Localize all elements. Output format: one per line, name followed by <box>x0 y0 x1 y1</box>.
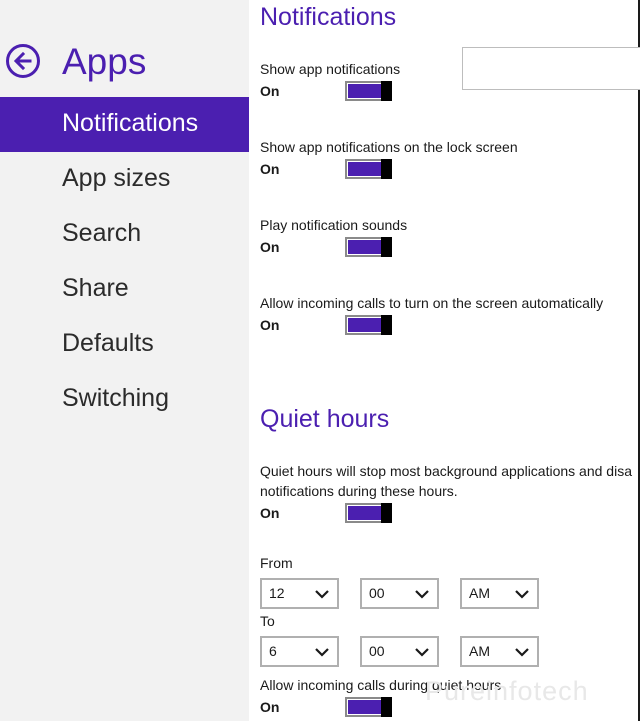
search-input[interactable] <box>462 47 640 90</box>
setting-label-show-notifications: Show app notifications <box>260 61 401 77</box>
toggle-state-text: On <box>260 83 280 99</box>
setting-label-sounds: Play notification sounds <box>260 217 408 233</box>
toggle-state-text: On <box>260 161 280 177</box>
to-hour-select[interactable]: 6 <box>260 636 339 667</box>
toggle-thumb <box>381 503 392 523</box>
toggle-state-text: On <box>260 239 280 255</box>
toggle-quiet-hours[interactable] <box>345 503 395 523</box>
from-period-select[interactable]: AM <box>460 578 539 609</box>
toggle-calls-quiet-hours[interactable] <box>345 697 395 717</box>
quiet-hours-heading: Quiet hours <box>260 405 390 433</box>
toggle-notification-sounds[interactable] <box>345 237 395 257</box>
nav-item-notifications[interactable]: Notifications <box>0 97 249 152</box>
from-hour-select[interactable]: 12 <box>260 578 339 609</box>
back-button[interactable] <box>6 44 40 78</box>
settings-content-pane: Notifications Show app notifications On … <box>249 0 640 721</box>
toggle-lock-screen-notifications[interactable] <box>345 159 395 179</box>
chevron-down-icon <box>515 648 529 657</box>
select-value: 00 <box>369 585 385 601</box>
chevron-down-icon <box>415 590 429 599</box>
quiet-hours-description: Quiet hours will stop most background ap… <box>260 463 632 499</box>
watermark: Pureinfotech <box>425 676 589 706</box>
settings-nav-pane: Apps Notifications App sizes Search Shar… <box>0 0 249 721</box>
toggle-fill <box>348 700 383 714</box>
toggle-thumb <box>381 697 392 717</box>
toggle-incoming-calls-screen[interactable] <box>345 315 395 335</box>
nav-item-defaults[interactable]: Defaults <box>0 317 249 372</box>
to-minute-select[interactable]: 00 <box>360 636 439 667</box>
toggle-fill <box>348 84 383 98</box>
select-value: AM <box>469 585 490 601</box>
chevron-down-icon <box>315 648 329 657</box>
toggle-fill <box>348 240 383 254</box>
chevron-down-icon <box>315 590 329 599</box>
from-label: From <box>260 555 293 571</box>
nav-item-app-sizes[interactable]: App sizes <box>0 152 249 207</box>
setting-label-lock-screen: Show app notifications on the lock scree… <box>260 139 518 155</box>
setting-label-incoming-calls: Allow incoming calls to turn on the scre… <box>260 295 604 311</box>
select-value: AM <box>469 643 490 659</box>
notifications-heading: Notifications <box>260 3 397 31</box>
toggle-fill <box>348 162 383 176</box>
select-value: 00 <box>369 643 385 659</box>
toggle-state-text: On <box>260 317 280 333</box>
toggle-thumb <box>381 315 392 335</box>
chevron-down-icon <box>515 590 529 599</box>
back-arrow-icon <box>13 51 32 71</box>
nav-item-share[interactable]: Share <box>0 262 249 317</box>
toggle-thumb <box>381 159 392 179</box>
from-minute-select[interactable]: 00 <box>360 578 439 609</box>
toggle-thumb <box>381 81 392 101</box>
toggle-fill <box>348 506 383 520</box>
select-value: 12 <box>269 585 285 601</box>
to-period-select[interactable]: AM <box>460 636 539 667</box>
to-label: To <box>260 613 275 629</box>
toggle-state-text: On <box>260 699 280 715</box>
nav-item-switching[interactable]: Switching <box>0 372 249 427</box>
toggle-fill <box>348 318 383 332</box>
nav-item-search[interactable]: Search <box>0 207 249 262</box>
page-title: Apps <box>62 41 147 82</box>
toggle-state-text: On <box>260 505 280 521</box>
nav-header: Apps <box>0 38 249 86</box>
toggle-thumb <box>381 237 392 257</box>
select-value: 6 <box>269 643 277 659</box>
toggle-show-notifications[interactable] <box>345 81 395 101</box>
chevron-down-icon <box>415 648 429 657</box>
nav-list: Notifications App sizes Search Share Def… <box>0 97 249 427</box>
